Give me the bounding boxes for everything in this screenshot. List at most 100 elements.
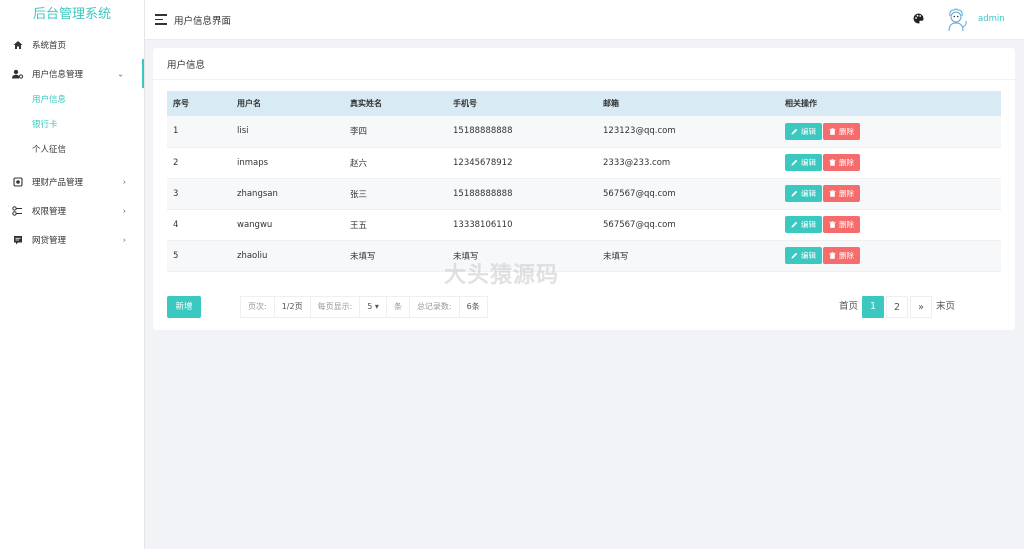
cell-real-name: 李四 xyxy=(350,127,368,138)
edit-label: 编辑 xyxy=(801,126,816,136)
table-row: 5 zhaoliu 未填写 未填写 未填写 编辑 删除 xyxy=(167,240,1001,271)
add-button[interactable]: 新增 xyxy=(167,296,201,318)
table-row: 4 wangwu 王五 13338106110 567567@qq.com 编辑… xyxy=(167,209,1001,240)
pencil-icon xyxy=(791,190,798,197)
sidebar-item-home[interactable]: 系统首页 xyxy=(0,30,144,59)
sidebar-subitem-credit[interactable]: 个人征信 xyxy=(0,138,144,163)
sidebar-item-label: 系统首页 xyxy=(32,40,67,51)
delete-button[interactable]: 删除 xyxy=(823,216,860,233)
pencil-icon xyxy=(791,252,798,259)
per-page-label: 每页显示: xyxy=(311,297,361,317)
caret-down-icon: ▾ xyxy=(374,302,379,311)
sidebar-item-label: 网贷管理 xyxy=(32,235,67,246)
edit-button[interactable]: 编辑 xyxy=(785,247,822,264)
page-title: 用户信息界面 xyxy=(174,16,232,27)
cell-id: 4 xyxy=(173,219,179,230)
sidebar-item-permission-management[interactable]: 权限管理 › xyxy=(0,196,144,225)
cell-email: 567567@qq.com xyxy=(603,219,676,230)
cell-real-name: 张三 xyxy=(350,189,368,200)
cell-phone: 15188888888 xyxy=(453,188,513,199)
cell-email: 567567@qq.com xyxy=(603,188,676,199)
cell-real-name: 王五 xyxy=(350,220,368,231)
column-header: 相关操作 xyxy=(785,99,817,108)
cell-real-name: 赵六 xyxy=(350,158,368,169)
edit-label: 编辑 xyxy=(801,220,816,229)
table-row: 3 zhangsan 张三 15188888888 567567@qq.com … xyxy=(167,178,1001,209)
column-header: 序号 xyxy=(173,99,189,108)
user-info-card: 用户信息 序号 用户名 真实姓名 手机号 邮箱 相关操作 1 lisi 李四 1… xyxy=(153,48,1015,330)
delete-label: 删除 xyxy=(839,126,854,136)
pencil-icon xyxy=(791,221,798,228)
column-header: 邮箱 xyxy=(603,99,619,108)
cell-id: 1 xyxy=(173,126,179,137)
username-label[interactable]: admin xyxy=(978,14,1005,24)
cell-username: zhaoliu xyxy=(237,250,268,261)
home-icon xyxy=(12,39,23,50)
cell-phone: 13338106110 xyxy=(453,219,513,230)
app-logo-title: 后台管理系统 xyxy=(32,7,111,22)
menu-toggle-icon[interactable] xyxy=(155,14,167,25)
chevron-right-icon: › xyxy=(122,235,126,244)
cell-username: lisi xyxy=(237,126,249,137)
trash-icon xyxy=(829,221,836,228)
first-page-link[interactable]: 首页 xyxy=(837,296,860,318)
delete-button[interactable]: 删除 xyxy=(823,247,860,264)
pagination: 首页 1 2 » 末页 xyxy=(835,296,957,318)
card-title: 用户信息 xyxy=(153,48,1015,80)
cell-real-name: 未填写 xyxy=(350,251,376,262)
permission-icon xyxy=(12,205,23,216)
edit-button[interactable]: 编辑 xyxy=(785,122,822,140)
next-page-link[interactable]: » xyxy=(909,296,932,318)
edit-button[interactable]: 编辑 xyxy=(785,154,822,171)
page-link-2[interactable]: 2 xyxy=(885,296,908,318)
chevron-right-icon: › xyxy=(122,206,126,215)
edit-button[interactable]: 编辑 xyxy=(785,185,822,202)
per-page-unit: 条 xyxy=(387,297,410,317)
palette-icon[interactable] xyxy=(913,13,924,24)
edit-button[interactable]: 编辑 xyxy=(785,216,822,233)
edit-label: 编辑 xyxy=(801,251,816,260)
cell-actions: 编辑 删除 xyxy=(779,240,1001,271)
pencil-icon xyxy=(791,128,798,135)
cell-id: 2 xyxy=(173,157,179,168)
sidebar-subitem-user-info[interactable]: 用户信息 xyxy=(0,88,144,113)
sidebar-item-product-management[interactable]: 理财产品管理 › xyxy=(0,167,144,196)
sidebar-subitem-bank-card[interactable]: 银行卡 xyxy=(0,113,144,138)
page-label: 页次: xyxy=(241,297,275,317)
cell-email: 未填写 xyxy=(603,251,629,262)
per-page-select[interactable]: 5 ▾ xyxy=(360,297,387,317)
page-link-1[interactable]: 1 xyxy=(861,296,884,318)
delete-button[interactable]: 删除 xyxy=(823,154,860,171)
trash-icon xyxy=(829,159,836,166)
cell-email: 123123@qq.com xyxy=(603,126,676,137)
delete-button[interactable]: 删除 xyxy=(823,185,860,202)
sidebar-item-loan-management[interactable]: 网贷管理 › xyxy=(0,225,144,254)
last-page-link[interactable]: 末页 xyxy=(934,296,957,318)
sidebar-item-label: 权限管理 xyxy=(32,206,67,217)
trash-icon xyxy=(829,252,836,259)
cell-actions: 编辑 删除 xyxy=(779,147,1001,178)
delete-label: 删除 xyxy=(839,220,854,229)
delete-label: 删除 xyxy=(839,189,854,198)
avatar[interactable] xyxy=(943,7,969,33)
cell-id: 5 xyxy=(173,250,179,261)
edit-label: 编辑 xyxy=(801,189,816,198)
chevron-down-icon: ⌄ xyxy=(117,69,124,78)
column-header: 手机号 xyxy=(453,99,477,108)
pencil-icon xyxy=(791,159,798,166)
sidebar-item-user-info-management[interactable]: 用户信息管理 ⌄ xyxy=(0,59,144,88)
cell-actions: 编辑 删除 xyxy=(779,178,1001,209)
cell-username: wangwu xyxy=(237,219,273,230)
delete-label: 删除 xyxy=(839,251,854,260)
delete-button[interactable]: 删除 xyxy=(823,122,860,140)
table-row: 2 inmaps 赵六 12345678912 2333@233.com 编辑 删… xyxy=(167,147,1001,178)
cell-actions: 编辑 删除 xyxy=(779,116,1001,147)
delete-label: 删除 xyxy=(839,158,854,167)
chevron-right-icon: › xyxy=(122,177,126,186)
cell-id: 3 xyxy=(173,188,179,199)
loan-icon xyxy=(12,234,23,245)
cell-email: 2333@233.com xyxy=(603,157,671,168)
sidebar-item-label: 用户信息管理 xyxy=(32,69,84,80)
user-settings-icon xyxy=(12,68,23,79)
column-header: 用户名 xyxy=(237,99,261,108)
